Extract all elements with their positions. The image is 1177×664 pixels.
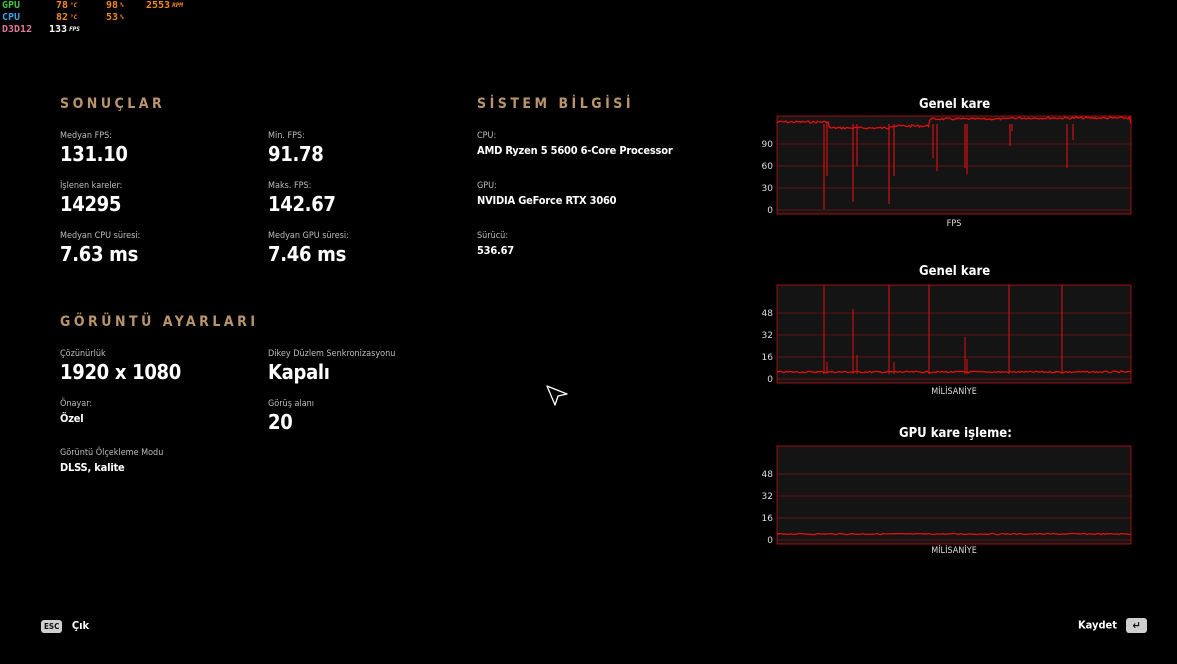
fov-stat: Görüş alanı 20 — [268, 399, 314, 434]
chart-tick-label: 90 — [762, 140, 774, 150]
max-fps-stat: Maks. FPS: 142.67 — [268, 181, 336, 216]
gpu-info-label: GPU: — [477, 181, 497, 191]
chart-tick-label: 48 — [762, 309, 774, 319]
cpu-time-value: 7.63 ms — [60, 242, 139, 266]
chart-plot-area — [776, 115, 1132, 215]
chart-tick-label: 48 — [762, 470, 774, 480]
min-fps-label: Min. FPS: — [268, 131, 305, 141]
resolution-value: 1920 x 1080 — [60, 360, 181, 384]
frametime-chart-xlabel: MİLİSANİYE — [931, 387, 977, 397]
chart-tick-label: 16 — [762, 353, 774, 363]
esc-key-icon: ESC — [41, 619, 63, 633]
fps-chart-xlabel: FPS — [946, 219, 962, 229]
resolution-label: Çözünürlük — [60, 349, 106, 359]
gpu-frametime-chart: GPU kare işleme: 0 16 32 48 MİLİSANİYE — [755, 426, 1155, 566]
gpu-info: GPU: NVIDIA GeForce RTX 3060 — [477, 181, 617, 207]
display-settings-title: GÖRÜNTÜ AYARLARI — [60, 314, 259, 330]
osd-cpu-temp: 82 °C — [56, 12, 78, 23]
median-fps-label: Medyan FPS: — [60, 131, 112, 141]
gpu-time-value: 7.46 ms — [268, 242, 347, 266]
enter-key-icon: ↵ — [1126, 618, 1147, 633]
frametime-chart-plot: 0 16 32 48 — [762, 284, 1132, 385]
max-fps-label: Maks. FPS: — [268, 181, 312, 191]
system-info-title: SİSTEM BİLGİSİ — [477, 96, 635, 112]
preset-label: Önayar: — [60, 399, 93, 409]
osd-cpu-load: 53% — [106, 12, 124, 23]
frames-value: 14295 — [60, 192, 122, 216]
chart-tick-label: 32 — [762, 492, 773, 502]
gpu-frametime-chart-xlabel: MİLİSANİYE — [931, 546, 977, 556]
upscaling-stat: Görüntü Ölçekleme Modu DLSS, kalite — [60, 448, 163, 474]
osd-fps: 133 FPS — [49, 24, 80, 35]
driver-info: Sürücü: 536.67 — [477, 231, 514, 257]
osd-gpu-label: GPU — [2, 0, 21, 11]
vsync-stat: Dikey Düzlem Senkronizasyonu Kapalı — [268, 349, 395, 384]
chart-tick-label: 32 — [762, 331, 773, 341]
chart-tick-label: 0 — [767, 536, 773, 546]
gpu-info-value: NVIDIA GeForce RTX 3060 — [477, 194, 617, 207]
median-fps-stat: Medyan FPS: 131.10 — [60, 131, 128, 166]
chart-plot-area — [776, 445, 1132, 545]
median-fps-value: 131.10 — [60, 142, 128, 166]
chart-tick-label: 60 — [762, 162, 774, 172]
fps-chart-title: Genel kare — [919, 97, 991, 112]
max-fps-value: 142.67 — [268, 192, 336, 216]
fov-label: Görüş alanı — [268, 399, 315, 409]
gpu-time-label: Medyan GPU süresi: — [268, 231, 349, 241]
chart-tick-label: 0 — [767, 375, 773, 385]
frametime-chart: Genel kare 0 16 32 48 MİLİSANİYE — [755, 264, 1155, 404]
frames-stat: İşlenen kareler: 14295 — [60, 181, 122, 216]
min-fps-value: 91.78 — [268, 142, 324, 166]
cpu-time-stat: Medyan CPU süresi: 7.63 ms — [60, 231, 140, 266]
vsync-label: Dikey Düzlem Senkronizasyonu — [268, 349, 396, 359]
save-button[interactable]: Kaydet ↵ — [1078, 618, 1147, 633]
cpu-info: CPU: AMD Ryzen 5 5600 6-Core Processor — [477, 131, 673, 157]
upscaling-label: Görüntü Ölçekleme Modu — [60, 448, 164, 458]
osd-gpu-fan: 2553 RPM — [146, 0, 183, 11]
resolution-stat: Çözünürlük 1920 x 1080 — [60, 349, 181, 384]
vsync-value: Kapalı — [268, 360, 330, 384]
frames-label: İşlenen kareler: — [60, 181, 123, 191]
exit-button[interactable]: ESC Çık — [41, 619, 89, 633]
chart-tick-label: 0 — [767, 206, 773, 216]
osd-gpu-temp: 78 °C — [56, 0, 78, 11]
chart-tick-label: 30 — [762, 184, 774, 194]
preset-stat: Önayar: Özel — [60, 399, 92, 425]
save-label: Kaydet — [1078, 618, 1117, 632]
driver-info-value: 536.67 — [477, 244, 514, 257]
gpu-frametime-chart-plot: 0 16 32 48 — [762, 445, 1132, 546]
preset-value: Özel — [60, 412, 84, 425]
mouse-cursor-icon — [546, 385, 568, 406]
min-fps-stat: Min. FPS: 91.78 — [268, 131, 324, 166]
chart-plot-area — [776, 284, 1132, 384]
chart-tick-label: 16 — [762, 514, 774, 524]
cpu-info-value: AMD Ryzen 5 5600 6-Core Processor — [477, 144, 673, 157]
osd-gpu-load: 98% — [106, 0, 124, 11]
osd-d3d-label: D3D12 — [2, 24, 33, 35]
fov-value: 20 — [268, 410, 293, 434]
fps-chart-plot: 0 30 60 90 — [762, 115, 1132, 216]
upscaling-value: DLSS, kalite — [60, 461, 125, 474]
gpu-frametime-chart-title: GPU kare işleme: — [899, 426, 1012, 441]
driver-info-label: Sürücü: — [477, 231, 509, 241]
cpu-time-label: Medyan CPU süresi: — [60, 231, 141, 241]
cpu-info-label: CPU: — [477, 131, 497, 141]
frametime-chart-title: Genel kare — [919, 264, 991, 279]
osd-cpu-label: CPU — [2, 12, 21, 23]
results-title: SONUÇLAR — [60, 96, 166, 112]
gpu-time-stat: Medyan GPU süresi: 7.46 ms — [268, 231, 349, 266]
exit-label: Çık — [71, 619, 90, 632]
fps-chart: Genel kare 0 30 60 90 FPS — [755, 97, 1155, 237]
